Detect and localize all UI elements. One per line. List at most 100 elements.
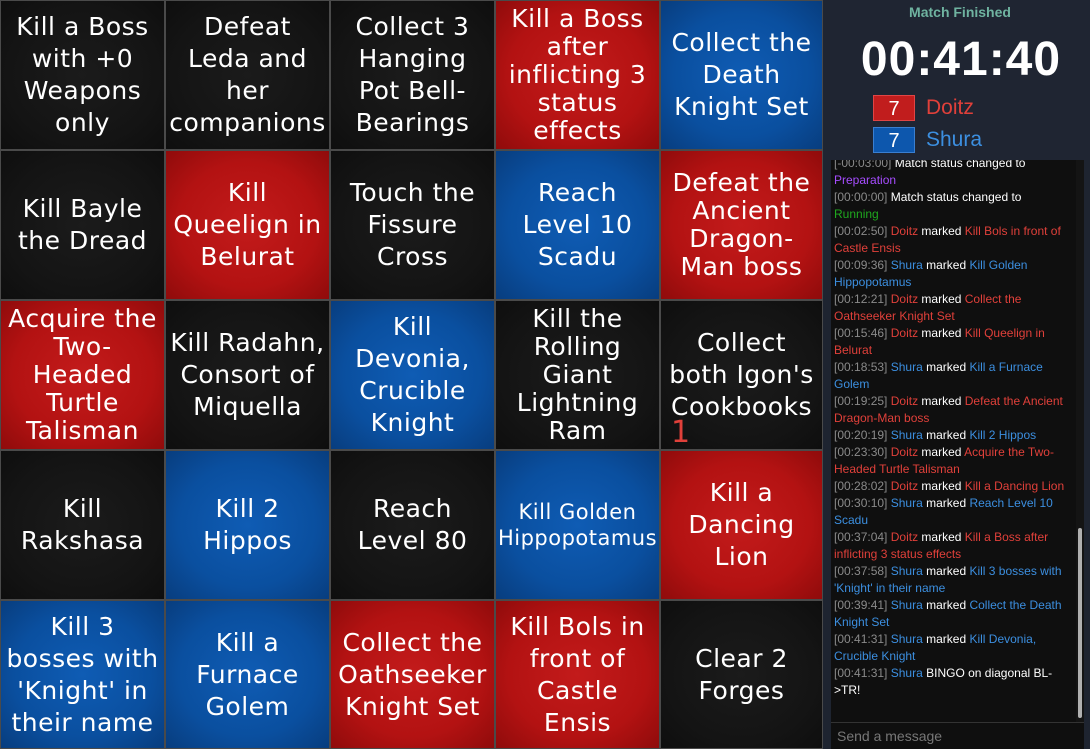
board-cell-label: Reach Level 80	[357, 494, 468, 555]
log-text: marked	[922, 428, 970, 442]
board-cell[interactable]: Kill the Rolling Giant Lightning Ram	[495, 300, 660, 450]
log-text: Kill a Dancing Lion	[964, 479, 1065, 493]
board-cell[interactable]: Collect both Igon's Cookbooks 1	[660, 300, 823, 450]
log-text: Shura	[890, 632, 923, 646]
log-timestamp: [00:37:04]	[834, 530, 888, 544]
log-timestamp: [00:00:00]	[834, 190, 888, 204]
log-entry: [00:09:36] Shura marked Kill Golden Hipp…	[834, 257, 1066, 291]
log-timestamp: [00:15:46]	[834, 326, 888, 340]
board-cell-label: Kill Bols in front of Castle Ensis	[510, 611, 645, 737]
board-cell[interactable]: Kill Bayle the Dread	[0, 150, 165, 300]
log-entry: [00:28:02] Doitz marked Kill a Dancing L…	[834, 478, 1066, 495]
board-cell[interactable]: Collect the Death Knight Set	[660, 0, 823, 150]
board-cell-label: Acquire the Two-Headed Turtle Talisman	[8, 304, 157, 445]
log-timestamp: [00:09:36]	[834, 258, 888, 272]
board-cell-label: Kill Rakshasa	[20, 494, 145, 555]
log-text: Doitz	[890, 445, 919, 459]
board-cell[interactable]: Acquire the Two-Headed Turtle Talisman	[0, 300, 165, 450]
log-entry: [00:23:30] Doitz marked Acquire the Two-…	[834, 444, 1066, 478]
board-cell-label: Kill 2 Hippos	[203, 494, 292, 555]
log-timestamp: [00:02:50]	[834, 224, 888, 238]
board-cell[interactable]: Reach Level 10 Scadu	[495, 150, 660, 300]
log-entry: [00:39:41] Shura marked Collect the Deat…	[834, 597, 1066, 631]
log-entry: [00:19:25] Doitz marked Defeat the Ancie…	[834, 393, 1066, 427]
log-entry: [00:00:00] Match status changed to Runni…	[834, 189, 1066, 223]
log-text: Doitz	[890, 530, 919, 544]
log-text: Running	[834, 207, 879, 221]
board-cell[interactable]: Touch the Fissure Cross	[330, 150, 495, 300]
log-text: marked	[922, 258, 970, 272]
board-cell-label: Collect both Igon's Cookbooks	[669, 328, 814, 421]
player-name: Shura	[926, 128, 983, 151]
log-text: Preparation	[834, 173, 897, 187]
board-cell[interactable]: Kill Bols in front of Castle Ensis	[495, 600, 660, 749]
board-cell[interactable]: Kill Rakshasa	[0, 450, 165, 600]
match-header: Match Finished 00:41:40 7 Doitz 7 Shura	[823, 0, 1090, 160]
log-entry: [00:41:31] Shura BINGO on diagonal BL->T…	[834, 665, 1066, 699]
log-text: marked	[922, 564, 970, 578]
board-cell[interactable]: Defeat the Ancient Dragon-Man boss	[660, 150, 823, 300]
board-cell[interactable]: Kill 2 Hippos	[165, 450, 330, 600]
board-cell-label: Kill Radahn, Consort of Miquella	[170, 328, 325, 421]
log-timestamp: [00:23:30]	[834, 445, 888, 459]
log-text: Shura	[890, 496, 923, 510]
log-text: marked	[918, 224, 965, 238]
log-timestamp: [00:30:10]	[834, 496, 888, 510]
board-cell-label: Kill a Furnace Golem	[196, 627, 299, 721]
log-timestamp: [-00:03:00]	[834, 160, 892, 170]
log-text: Shura	[890, 666, 923, 680]
log-scrollbar[interactable]	[1076, 160, 1084, 722]
log-text: Shura	[890, 428, 923, 442]
board-cell[interactable]: Kill Devonia, Crucible Knight	[330, 300, 495, 450]
board-cell[interactable]: Kill a Boss with +0 Weapons only	[0, 0, 165, 150]
board-cell[interactable]: Reach Level 80	[330, 450, 495, 600]
log-entry: [00:30:10] Shura marked Reach Level 10 S…	[834, 495, 1066, 529]
log-text: Doitz	[890, 394, 919, 408]
log-timestamp: [00:19:25]	[834, 394, 888, 408]
log-entry: [00:12:21] Doitz marked Collect the Oath…	[834, 291, 1066, 325]
board-cell-label: Clear 2 Forges	[695, 643, 788, 705]
board-cell-label: Kill a Dancing Lion	[688, 478, 795, 571]
log-text: marked	[918, 445, 965, 459]
board-cell[interactable]: Defeat Leda and her companions	[165, 0, 330, 150]
chat-message-input[interactable]	[831, 722, 1084, 749]
board-cell[interactable]: Kill a Furnace Golem	[165, 600, 330, 749]
log-text: marked	[918, 292, 965, 306]
match-log[interactable]: [-00:03:00] Match status changed to Prep…	[831, 160, 1084, 722]
board-cell[interactable]: Kill a Dancing Lion	[660, 450, 823, 600]
board-cell[interactable]: Collect the Oathseeker Knight Set	[330, 600, 495, 749]
board-cell[interactable]: Collect 3 Hanging Pot Bell-Bearings	[330, 0, 495, 150]
player-score: 7	[873, 127, 915, 153]
log-timestamp: [00:18:53]	[834, 360, 888, 374]
board-cell[interactable]: Kill 3 bosses with 'Knight' in their nam…	[0, 600, 165, 749]
log-entry: [00:02:50] Doitz marked Kill Bols in fro…	[834, 223, 1066, 257]
log-entry: [00:15:46] Doitz marked Kill Queelign in…	[834, 325, 1066, 359]
board-cell-label: Reach Level 10 Scadu	[522, 178, 633, 271]
board-cell[interactable]: Kill Queelign in Belurat	[165, 150, 330, 300]
log-text: marked	[918, 530, 965, 544]
log-text: Shura	[890, 258, 923, 272]
board-cell-label: Collect the Oathseeker Knight Set	[338, 627, 487, 721]
log-entry: [00:41:31] Shura marked Kill Devonia, Cr…	[834, 631, 1066, 665]
log-text: Shura	[890, 564, 923, 578]
log-timestamp: [00:39:41]	[834, 598, 888, 612]
board-cell[interactable]: Kill a Boss after inflicting 3 status ef…	[495, 0, 660, 150]
player-score: 7	[873, 95, 915, 121]
log-scrollbar-thumb[interactable]	[1078, 528, 1082, 718]
player-name: Doitz	[926, 96, 974, 119]
board-cell-label: Kill Bayle the Dread	[17, 194, 148, 255]
board-cell[interactable]: Kill Golden Hippopotamus	[495, 450, 660, 600]
log-timestamp: [00:28:02]	[834, 479, 888, 493]
log-text: Match status changed to	[887, 190, 1022, 204]
board-cell-label: Touch the Fissure Cross	[349, 178, 476, 271]
log-text: marked	[918, 479, 965, 493]
board-cell[interactable]: Kill Radahn, Consort of Miquella	[165, 300, 330, 450]
log-text: Kill 2 Hippos	[969, 428, 1037, 442]
board-cell[interactable]: Clear 2 Forges	[660, 600, 823, 749]
log-timestamp: [00:41:31]	[834, 666, 888, 680]
player-row-shura: 7 Shura	[873, 127, 1083, 153]
board-cell-label: Kill a Boss with +0 Weapons only	[16, 12, 149, 137]
bingo-board: Kill a Boss with +0 Weapons only Defeat L…	[0, 0, 823, 749]
board-cell-label: Kill Queelign in Belurat	[173, 178, 322, 271]
log-text: Doitz	[890, 224, 919, 238]
